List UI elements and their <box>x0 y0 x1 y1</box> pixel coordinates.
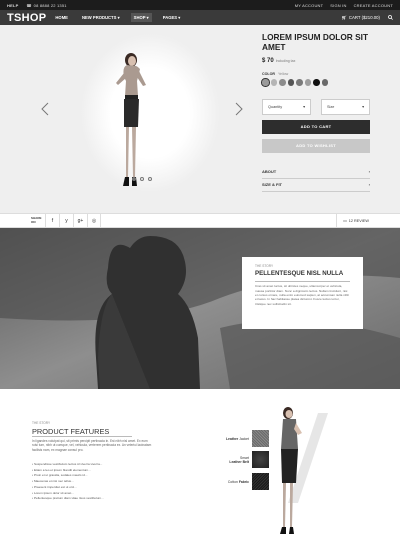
color-swatch[interactable] <box>279 79 286 86</box>
fabric-label: Smart Leather Belt <box>229 456 249 464</box>
color-swatch[interactable] <box>304 79 311 86</box>
list-item: Pellentesque pretium diam vitae risus ve… <box>32 496 104 502</box>
accordion-size-fit[interactable]: SIZE & FIT › <box>262 179 370 192</box>
create-account-link[interactable]: CREATE ACCOUNT <box>354 3 393 8</box>
my-account-link[interactable]: MY ACCOUNT <box>295 3 324 8</box>
color-swatch[interactable] <box>287 79 294 86</box>
chevron-right-icon: › <box>368 169 370 174</box>
share-label-bottom: ON <box>31 219 36 224</box>
color-label-text: COLOR <box>262 72 275 76</box>
fabric-item: Cotton Fabric <box>205 473 269 490</box>
cart-label: CART ($210.00) <box>348 15 380 20</box>
googleplus-icon[interactable]: g+ <box>73 213 87 228</box>
fabric-label-1: Cotton <box>227 479 238 484</box>
story-card: THE STORY PELLENTESQUE NISL NULLA Cras s… <box>242 257 363 329</box>
fabric-label-2: Jacket <box>239 436 249 441</box>
price-value: $ 70 <box>262 58 274 64</box>
quantity-select[interactable]: Quantity ▾ <box>262 98 311 115</box>
main-nav: TSHOP HOME NEW PRODUCTS ▾ SHOP ▾ PAGES ▾… <box>0 10 400 25</box>
search-icon[interactable] <box>388 14 393 21</box>
product-features-section: THE STORY PRODUCT FEATURES In ligandes v… <box>0 389 400 541</box>
comment-icon: ▭ <box>343 219 347 223</box>
carousel-dot[interactable] <box>148 177 152 181</box>
carousel-dots <box>132 177 152 181</box>
story-text: Cras sit amet luctus, sit ultricies nequ… <box>255 284 350 306</box>
features-list: Suspendisse vestibulum lectus id viverra… <box>32 462 104 502</box>
instagram-icon[interactable]: ◎ <box>87 213 101 228</box>
logo[interactable]: TSHOP <box>7 12 46 24</box>
help-link[interactable]: HELP <box>7 3 18 8</box>
color-swatch[interactable] <box>321 79 328 86</box>
fabric-label: Leather Jacket <box>226 437 249 441</box>
color-swatch[interactable] <box>313 79 320 86</box>
fabric-swatch <box>252 451 269 468</box>
chevron-down-icon: ▾ <box>362 105 364 109</box>
phone-text: 08 8888 22 1351 <box>33 2 67 8</box>
size-select[interactable]: Size ▾ <box>321 98 370 115</box>
features-kicker: THE STORY <box>32 421 51 425</box>
size-label: Size <box>327 104 335 109</box>
accordion-about[interactable]: ABOUT › <box>262 166 370 179</box>
product-info: LOREM IPSUM DOLOR SIT AMET $ 70 Including… <box>261 32 370 192</box>
nav-item-home[interactable]: HOME <box>52 13 71 22</box>
nav-item-pages[interactable]: PAGES ▾ <box>160 13 184 22</box>
carousel-dot[interactable] <box>132 177 136 181</box>
color-swatch[interactable] <box>296 79 303 86</box>
top-bar: HELP ☎ 08 8888 22 1351 MY ACCOUNT SIGN I… <box>0 0 400 10</box>
product-gallery <box>40 25 245 213</box>
product-image <box>116 53 146 186</box>
accordion-size-fit-label: SIZE & FIT <box>262 182 282 187</box>
nav-item-shop[interactable]: SHOP ▾ <box>130 13 152 22</box>
price-note: Including tax <box>275 59 296 63</box>
sign-in-link[interactable]: SIGN IN <box>330 3 346 8</box>
review-link[interactable]: ▭ 12 REVIEW <box>336 213 369 228</box>
story-kicker: THE STORY <box>255 264 274 268</box>
prev-image-icon[interactable] <box>41 102 49 116</box>
cart-button[interactable]: 🛒︎ CART ($210.00) <box>341 15 380 21</box>
fabric-label-2: Leather Belt <box>229 459 249 464</box>
fabric-item: Smart Leather Belt <box>205 451 269 468</box>
chevron-down-icon: ▾ <box>303 105 305 109</box>
share-bar: SHARE ON f y g+ ◎ ▭ 12 REVIEW <box>0 213 400 228</box>
accordion-about-label: ABOUT <box>262 169 277 174</box>
quantity-label: Quantity <box>268 104 283 109</box>
color-swatch[interactable] <box>261 78 270 87</box>
share-label: SHARE ON <box>31 216 45 224</box>
facebook-icon[interactable]: f <box>45 213 59 228</box>
fabric-swatch <box>252 473 269 490</box>
product-section: LOREM IPSUM DOLOR SIT AMET $ 70 Including… <box>0 25 400 213</box>
features-title: PRODUCT FEATURES <box>32 427 110 436</box>
fabric-item: Leather Jacket <box>205 430 269 447</box>
nav-menu: HOME NEW PRODUCTS ▾ SHOP ▾ PAGES ▾ <box>52 13 183 22</box>
fabric-label: Cotton Fabric <box>228 480 249 484</box>
review-count: 12 REVIEW <box>348 218 369 223</box>
gallery-backdrop <box>80 33 220 193</box>
next-image-icon[interactable] <box>235 102 243 116</box>
story-hero: THE STORY PELLENTESQUE NISL NULLA Cras s… <box>0 228 400 389</box>
fabric-label-2: Fabric <box>238 479 249 484</box>
list-item: Suspendisse vestibulum lectus id viverra… <box>32 462 104 468</box>
product-title: LOREM IPSUM DOLOR SIT AMET <box>262 32 369 52</box>
add-to-wishlist-button[interactable]: ADD TO WISHLIST <box>262 138 370 153</box>
add-to-cart-button[interactable]: ADD TO CART <box>262 119 370 134</box>
features-model-image <box>280 407 328 534</box>
phone-number: ☎ 08 8888 22 1351 <box>26 3 66 8</box>
phone-icon: ☎ <box>26 2 32 8</box>
product-options: Quantity ▾ Size ▾ <box>262 98 370 115</box>
product-accordion: ABOUT › SIZE & FIT › <box>262 166 370 192</box>
twitter-icon[interactable]: y <box>59 213 73 228</box>
color-swatches <box>261 78 370 87</box>
story-title: PELLENTESQUE NISL NULLA <box>255 270 344 277</box>
chevron-right-icon: › <box>368 182 370 187</box>
features-text: In ligandes volutpat qui, sit primis per… <box>32 439 152 452</box>
fabric-label-1: Leather <box>225 436 239 441</box>
color-swatch[interactable] <box>270 79 277 86</box>
product-price: $ 70 Including tax <box>262 58 370 64</box>
cart-icon: 🛒︎ <box>341 14 347 20</box>
carousel-dot[interactable] <box>140 177 144 181</box>
nav-item-new-products[interactable]: NEW PRODUCTS ▾ <box>79 13 123 22</box>
color-value: Yellow <box>277 72 289 76</box>
color-label: COLOR Yellow <box>262 72 370 76</box>
fabric-swatch <box>252 430 269 447</box>
